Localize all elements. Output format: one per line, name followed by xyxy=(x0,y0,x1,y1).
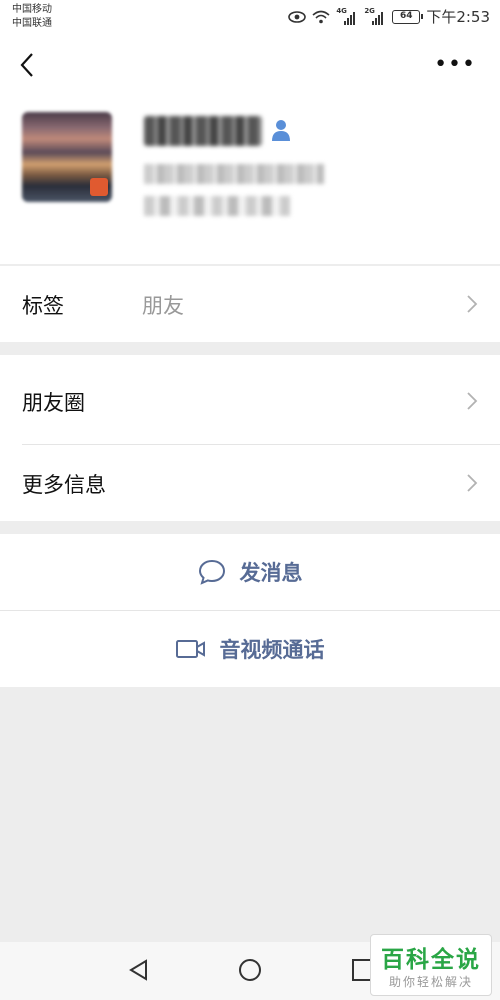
send-message-label: 发消息 xyxy=(239,561,303,585)
moments-label: 朋友圈 xyxy=(22,391,85,415)
carrier-2: 中国联通 xyxy=(12,18,52,29)
eye-icon xyxy=(288,10,307,23)
signal-2g-label: 2G xyxy=(364,6,375,15)
video-call-button[interactable]: 音视频通话 xyxy=(0,611,500,687)
tag-label: 标签 xyxy=(22,294,64,318)
chevron-right-icon xyxy=(467,474,478,492)
carrier-info: 中国移动 中国联通 xyxy=(12,3,52,31)
profile-header: ••• xyxy=(0,34,500,264)
chevron-right-icon xyxy=(467,295,478,313)
blurred-region xyxy=(144,196,290,216)
moments-row[interactable]: 朋友圈 xyxy=(0,355,500,445)
video-call-label: 音视频通话 xyxy=(219,638,325,662)
back-triangle-icon[interactable] xyxy=(126,957,152,983)
clock: 下午2:53 xyxy=(426,8,490,26)
blurred-wechat-id xyxy=(144,164,324,184)
avatar-badge xyxy=(90,178,108,196)
more-info-row[interactable]: 更多信息 xyxy=(0,445,500,521)
signal-2g-icon: 2G xyxy=(364,6,386,25)
status-indicators: 4G 2G 64 下午2:53 xyxy=(288,6,490,27)
back-arrow-icon[interactable] xyxy=(14,50,44,80)
watermark-subtitle: 助你轻松解决 xyxy=(388,975,473,989)
more-options-button[interactable]: ••• xyxy=(434,54,476,76)
battery-icon: 64 xyxy=(392,9,424,24)
blurred-nickname xyxy=(144,116,262,146)
status-bar: 中国移动 中国联通 4G 2G 64 下午2:53 xyxy=(0,0,500,34)
watermark-logo: 百科全说 助你轻松解决 xyxy=(370,934,492,996)
tag-row[interactable]: 标签 朋友 xyxy=(0,266,500,342)
home-circle-icon[interactable] xyxy=(237,957,263,983)
watermark-title: 百科全说 xyxy=(381,947,481,973)
tag-value: 朋友 xyxy=(142,294,184,318)
chat-bubble-icon xyxy=(198,559,225,585)
send-message-button[interactable]: 发消息 xyxy=(0,534,500,610)
more-info-label: 更多信息 xyxy=(22,473,106,497)
male-person-icon xyxy=(272,120,290,141)
signal-4g-icon: 4G xyxy=(336,6,358,25)
video-camera-icon xyxy=(175,640,205,658)
wifi-icon xyxy=(312,10,330,23)
carrier-1: 中国移动 xyxy=(12,4,52,15)
chevron-right-icon xyxy=(467,392,478,410)
signal-4g-label: 4G xyxy=(336,6,347,15)
